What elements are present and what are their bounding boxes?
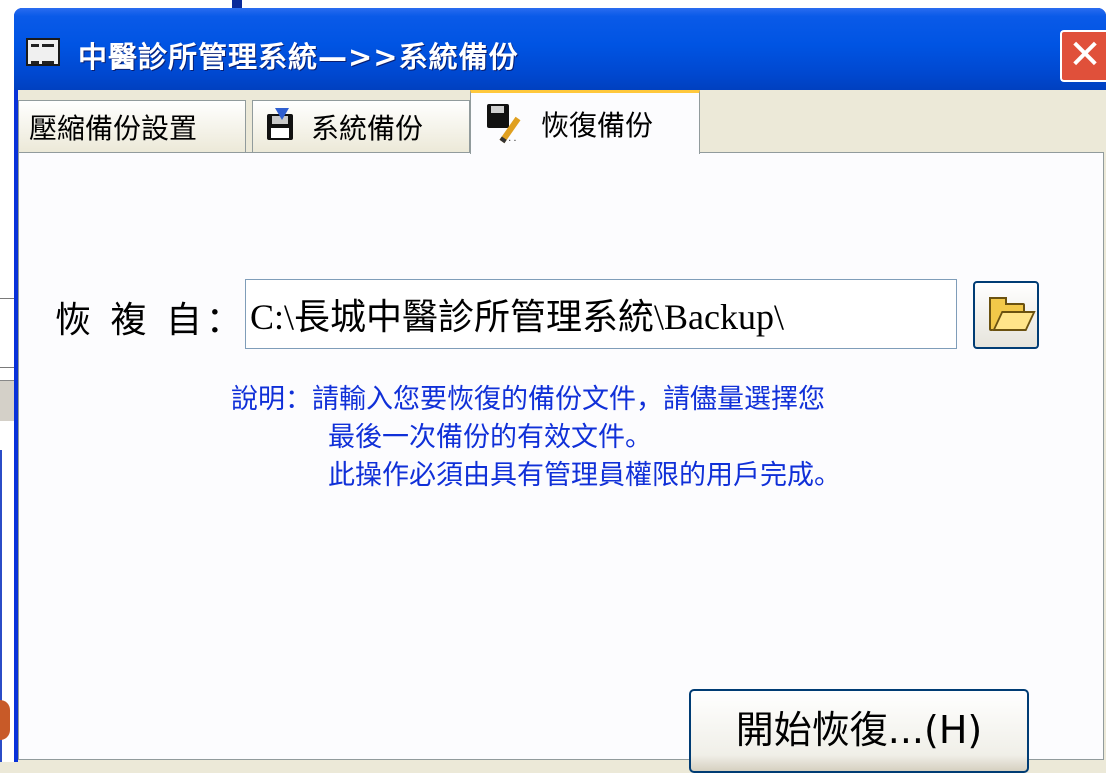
tab-label: 系統備份 bbox=[311, 111, 424, 145]
title-bar[interactable]: 中醫診所管理系統—>>系統備份 ✕ bbox=[14, 8, 1106, 90]
restore-from-label: 恢 複 自： bbox=[55, 300, 246, 341]
tab-system-backup[interactable]: 系統備份 bbox=[252, 100, 470, 152]
start-restore-button[interactable]: 開始恢復...(H) bbox=[689, 689, 1029, 773]
note-line: 說明：請輸入您要恢復的備份文件，請儘量選擇您 bbox=[231, 384, 825, 415]
restore-path-input[interactable] bbox=[245, 279, 957, 349]
background-shape bbox=[0, 700, 10, 740]
form-icon bbox=[26, 38, 60, 66]
tab-label: 壓縮備份設置 bbox=[29, 111, 198, 145]
tab-compression-settings[interactable]: 壓縮備份設置 bbox=[18, 100, 246, 152]
browse-button[interactable] bbox=[973, 281, 1039, 349]
note-line: 此操作必須由具有管理員權限的用戶完成。 bbox=[328, 460, 841, 491]
open-folder-icon bbox=[989, 297, 1025, 331]
floppy-edit-icon: ··· bbox=[487, 103, 527, 146]
instruction-note: 說明：請輸入您要恢復的備份文件，請儘量選擇您 最後一次備份的有效文件。 此操作必… bbox=[231, 381, 841, 495]
note-line: 最後一次備份的有效文件。 bbox=[328, 422, 652, 453]
close-button[interactable]: ✕ bbox=[1060, 30, 1106, 82]
window-title: 中醫診所管理系統—>>系統備份 bbox=[78, 40, 519, 74]
tab-label: 恢復備份 bbox=[541, 108, 654, 142]
floppy-download-icon bbox=[267, 107, 293, 140]
background-control bbox=[0, 298, 15, 368]
tab-restore-backup[interactable]: ··· 恢復備份 bbox=[470, 90, 700, 154]
restore-tab-panel: 恢 複 自： 說明：請輸入您要恢復的備份文件，請儘量選擇您 最後一次備份的有效文… bbox=[18, 152, 1104, 773]
dialog-client-area: 壓縮備份設置 系統備份 ··· 恢復備份 恢 複 自： 說明：請輸入您要恢復的備… bbox=[18, 90, 1106, 773]
backup-dialog-window: 中醫診所管理系統—>>系統備份 ✕ 壓縮備份設置 系統備份 ··· 恢復備份 恢… bbox=[14, 8, 1106, 773]
background-control bbox=[0, 380, 14, 421]
